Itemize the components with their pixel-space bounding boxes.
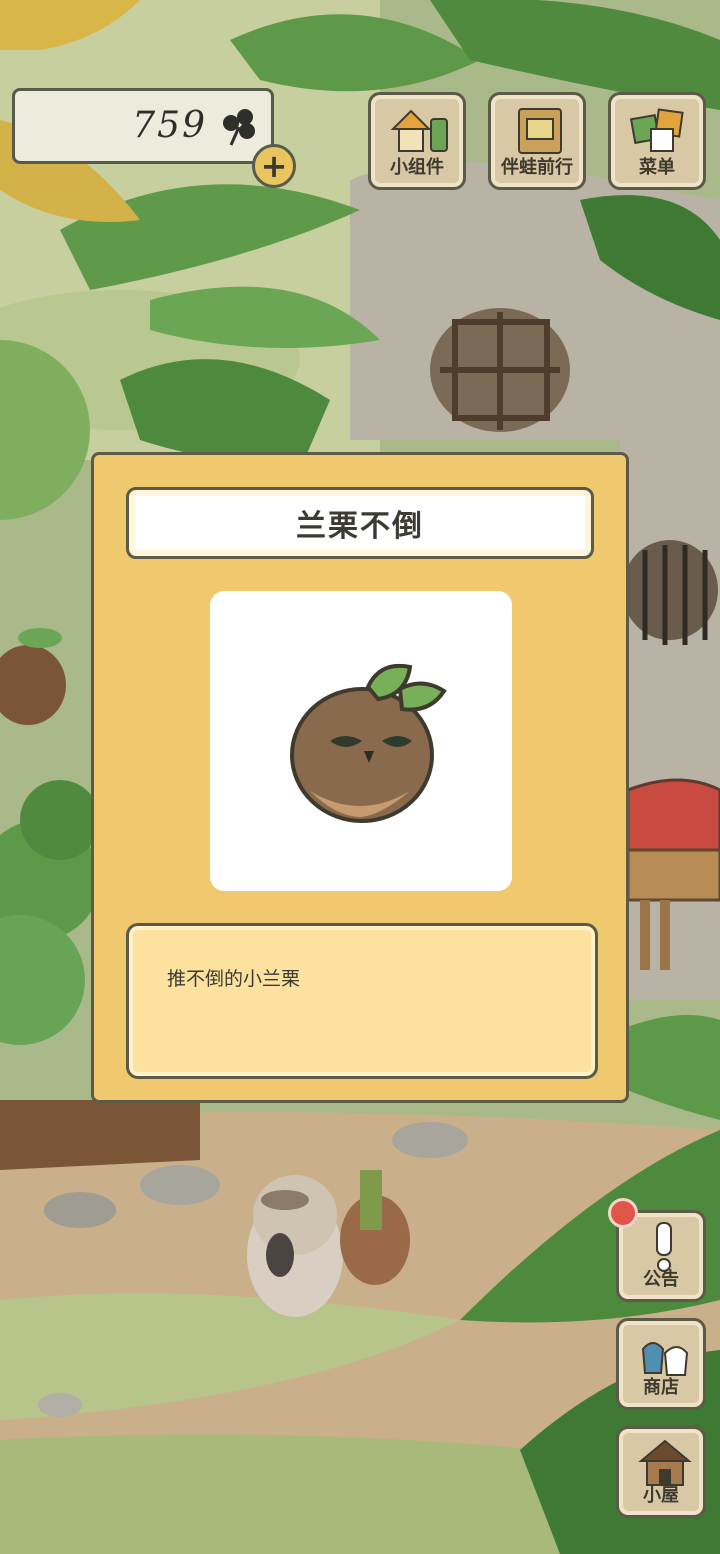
item-title: 兰栗不倒 bbox=[296, 509, 424, 544]
clover-count: 759 bbox=[132, 105, 207, 146]
chestnut-sprout-icon bbox=[290, 664, 447, 823]
menu-button[interactable]: 菜单 bbox=[608, 92, 706, 190]
add-clover-button[interactable]: + bbox=[252, 144, 296, 188]
travel-label: 伴蛙前行 bbox=[501, 157, 573, 178]
shop-button[interactable]: 商店 bbox=[616, 1318, 706, 1410]
item-description-box: 推不倒的小兰栗 bbox=[126, 923, 598, 1079]
shop-label: 商店 bbox=[643, 1377, 679, 1398]
item-detail-dialog[interactable]: 兰栗不倒 推不倒的小兰栗 bbox=[91, 452, 629, 1103]
notification-badge bbox=[608, 1198, 638, 1228]
widgets-label: 小组件 bbox=[390, 157, 444, 178]
book-icon bbox=[518, 108, 562, 154]
widgets-button[interactable]: 小组件 bbox=[368, 92, 466, 190]
house-label: 小屋 bbox=[643, 1485, 679, 1506]
clover-counter: 759 bbox=[12, 88, 274, 164]
house-widget-icon bbox=[390, 109, 448, 152]
plus-icon: + bbox=[260, 147, 288, 185]
menu-cards-icon bbox=[629, 108, 684, 152]
menu-label: 菜单 bbox=[639, 157, 675, 178]
item-image-frame bbox=[210, 591, 512, 891]
item-description: 推不倒的小兰栗 bbox=[167, 968, 301, 990]
dialog-title-box: 兰栗不倒 bbox=[126, 487, 594, 559]
clover-icon bbox=[223, 109, 255, 146]
notice-label: 公告 bbox=[643, 1269, 679, 1290]
house-button[interactable]: 小屋 bbox=[616, 1426, 706, 1518]
travel-button[interactable]: 伴蛙前行 bbox=[488, 92, 586, 190]
